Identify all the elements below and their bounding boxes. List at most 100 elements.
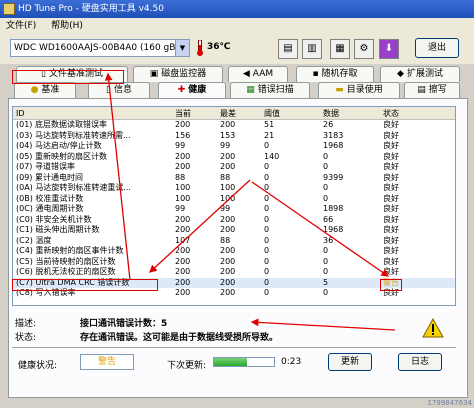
- table-cell: 5: [323, 277, 329, 287]
- table-cell: 0: [264, 193, 270, 203]
- tab-info[interactable]: ▯ 信息: [88, 82, 150, 98]
- table-row[interactable]: (C6) 脱机无法校正的扇区数 200 200 0 0 良好: [13, 267, 455, 278]
- table-cell: (C4) 重新映射的扇区事件计数: [16, 246, 124, 255]
- table-cell: 良好: [383, 120, 399, 129]
- table-cell: 良好: [383, 141, 399, 150]
- table-row[interactable]: (C1) 磁头伸出周期计数 200 200 0 1968 良好: [13, 225, 455, 236]
- table-cell: 良好: [383, 204, 399, 213]
- tab-aam[interactable]: ◀ AAM: [228, 66, 288, 82]
- divider: [12, 347, 456, 348]
- table-row[interactable]: (04) 马达启动/停止计数 99 99 0 1968 良好: [13, 141, 455, 152]
- table-cell: 200: [220, 288, 236, 297]
- column-header-status[interactable]: 状态: [383, 107, 453, 120]
- copy-all-button[interactable]: ▥: [302, 39, 322, 59]
- table-cell: 99: [220, 204, 231, 213]
- table-cell: 36: [323, 235, 334, 245]
- chevron-down-icon[interactable]: ▼: [175, 40, 189, 56]
- download-button[interactable]: ⬇: [379, 39, 399, 59]
- state-label: 状态:: [15, 333, 37, 343]
- table-cell: 200: [220, 246, 236, 255]
- table-row[interactable]: (01) 底层数据读取错误率 200 200 51 26 良好: [13, 120, 455, 131]
- log-button[interactable]: 日志: [398, 353, 442, 371]
- warning-icon: [422, 318, 444, 338]
- table-cell: 100: [220, 193, 236, 203]
- table-cell: 0: [264, 183, 270, 192]
- column-header-data[interactable]: 数据: [323, 107, 385, 120]
- smart-table[interactable]: ID 当前 最差 阈值 数据 状态 (01) 底层数据读取错误率 200 200 51…: [12, 106, 456, 306]
- tab-erase[interactable]: ▤ 擦写: [404, 82, 460, 98]
- copy-info-button[interactable]: ▤: [278, 39, 298, 59]
- column-header-current[interactable]: 当前: [175, 107, 220, 120]
- table-cell: 200: [175, 120, 191, 129]
- table-cell: (0B) 校准重试计数: [16, 193, 84, 203]
- table-cell: (C1) 磁头伸出周期计数: [16, 225, 100, 234]
- column-header-worst[interactable]: 最差: [220, 107, 264, 120]
- table-cell: 99: [220, 141, 231, 150]
- tab-error-scan[interactable]: ▦ 错误扫描: [230, 82, 310, 98]
- table-row[interactable]: (0C) 通电周期计数 99 99 0 1898 良好: [13, 204, 455, 215]
- table-row[interactable]: (C5) 当前待映射的扇区计数 200 200 0 0 良好: [13, 257, 455, 268]
- tab-folder-usage[interactable]: ▬ 目录使用: [318, 82, 400, 98]
- table-cell: 良好: [383, 130, 399, 140]
- download-icon: ⬇: [384, 43, 394, 54]
- table-cell: 0: [264, 267, 270, 276]
- table-cell: 0: [264, 256, 270, 266]
- speaker-icon: ◀: [242, 69, 250, 79]
- tab-benchmark[interactable]: ● 基准: [14, 82, 76, 98]
- table-row[interactable]: (09) 累计通电时间 88 88 0 9399 良好: [13, 173, 455, 184]
- table-row[interactable]: (0A) 马达旋转到标准转速重试... 100 100 0 0 良好: [13, 183, 455, 194]
- tab-label: 错误扫描: [257, 85, 294, 95]
- table-cell: 良好: [383, 162, 399, 171]
- annotation-box-tab: [12, 70, 124, 84]
- column-header-id[interactable]: ID: [16, 107, 178, 120]
- menu-help[interactable]: 帮助(H): [45, 18, 89, 34]
- table-cell: 0: [323, 267, 329, 276]
- tab-disk-monitor[interactable]: ▣ 磁盘监控器: [133, 66, 223, 82]
- table-row[interactable]: (C2) 温度 107 88 0 36 良好: [13, 236, 455, 247]
- menu-file[interactable]: 文件(F): [0, 18, 42, 34]
- app-icon: [3, 3, 15, 15]
- refresh-button[interactable]: 更新: [328, 353, 372, 371]
- tab-health[interactable]: ✚ 健康: [158, 82, 226, 99]
- extended-test-icon: ◆: [397, 69, 404, 79]
- table-cell: 100: [175, 193, 191, 203]
- tab-extended-test[interactable]: ◆ 扩展测试: [380, 66, 460, 82]
- annotation-box-c7: [12, 279, 158, 291]
- save-button[interactable]: ▦: [330, 39, 350, 59]
- drive-select[interactable]: WDC WD1600AAJS-00B4A0 (160 gB) ▼: [10, 39, 190, 57]
- table-cell: (07) 寻道错误率: [16, 162, 75, 171]
- tab-random-access[interactable]: ▪ 随机存取: [296, 66, 374, 82]
- table-cell: 156: [175, 130, 191, 140]
- table-cell: 0: [323, 193, 329, 203]
- table-cell: 200: [175, 151, 191, 161]
- exit-button[interactable]: 退出: [415, 38, 459, 58]
- table-cell: 107: [175, 235, 191, 245]
- drive-select-value: WDC WD1600AAJS-00B4A0 (160 gB): [14, 43, 179, 53]
- table-cell: (05) 重新映射的扇区计数: [16, 151, 107, 161]
- table-cell: 51: [264, 120, 275, 129]
- tab-label: 随机存取: [321, 69, 358, 79]
- table-row[interactable]: (07) 寻道错误率 200 200 0 0 良好: [13, 162, 455, 173]
- table-row[interactable]: (05) 重新映射的扇区计数 200 200 140 0 良好: [13, 152, 455, 163]
- column-header-threshold[interactable]: 阈值: [264, 107, 320, 120]
- table-cell: 200: [220, 256, 236, 266]
- description-label: 描述:: [15, 319, 37, 329]
- table-row[interactable]: (C0) 非安全关机计数 200 200 0 66 良好: [13, 215, 455, 226]
- table-cell: (C6) 脱机无法校正的扇区数: [16, 267, 116, 276]
- table-cell: 66: [323, 214, 334, 224]
- table-cell: 1968: [323, 141, 344, 150]
- table-cell: 88: [175, 172, 186, 182]
- table-row[interactable]: (03) 马达旋转到标准转速所需... 156 153 21 3183 良好: [13, 131, 455, 142]
- table-cell: 0: [323, 151, 329, 161]
- table-row[interactable]: (C4) 重新映射的扇区事件计数 200 200 0 0 良好: [13, 246, 455, 257]
- table-cell: 21: [264, 130, 275, 140]
- update-progress-bar: [213, 357, 275, 367]
- erase-icon: ▤: [417, 85, 426, 95]
- options-button[interactable]: ⚙: [354, 39, 374, 59]
- table-cell: 200: [220, 151, 236, 161]
- table-cell: 良好: [383, 225, 399, 234]
- folder-icon: ▬: [335, 85, 344, 95]
- table-cell: 200: [175, 214, 191, 224]
- table-row[interactable]: (0B) 校准重试计数 100 100 0 0 良好: [13, 194, 455, 205]
- tab-label: 擦写: [428, 85, 447, 95]
